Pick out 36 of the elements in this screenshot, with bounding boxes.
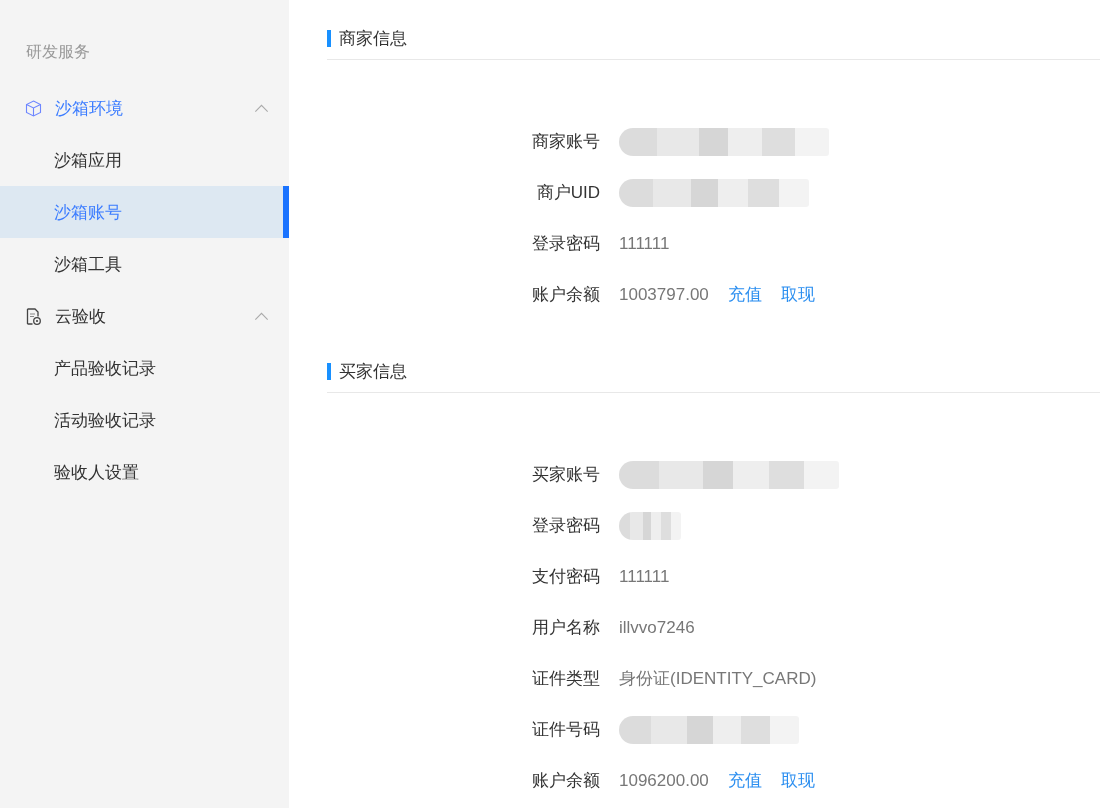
field-label: 证件号码 xyxy=(532,719,600,741)
field-label: 账户余额 xyxy=(532,770,600,792)
balance-value: 1096200.00 xyxy=(619,770,709,791)
section-title: 商家信息 xyxy=(327,29,407,47)
field-label: 支付密码 xyxy=(532,566,600,588)
cube-icon xyxy=(25,99,42,117)
field-label: 账户余额 xyxy=(532,284,600,306)
redacted-block xyxy=(619,511,681,540)
action-link[interactable]: 充值 xyxy=(727,769,762,792)
section-title: 买家信息 xyxy=(327,362,407,380)
field-label: 登录密码 xyxy=(532,233,600,255)
field-label: 商家账号 xyxy=(532,131,600,153)
sidebar-heading: 研发服务 xyxy=(26,42,90,62)
field-label: 买家账号 xyxy=(532,464,600,486)
chevron-up-icon[interactable] xyxy=(254,311,269,321)
sidebar-item[interactable]: 产品验收记录 xyxy=(0,342,289,394)
sidebar-item[interactable]: 沙箱应用 xyxy=(0,134,289,186)
sidebar-group[interactable]: 沙箱环境 xyxy=(0,82,289,134)
sidebar-item[interactable]: 验收人设置 xyxy=(0,446,289,498)
document-eye-icon xyxy=(25,307,42,325)
balance-value: 1003797.00 xyxy=(619,284,709,305)
action-link[interactable]: 充值 xyxy=(727,283,762,306)
action-link[interactable]: 取现 xyxy=(780,769,815,792)
field-value: 111111 xyxy=(619,566,670,587)
sidebar-group[interactable]: 云验收 xyxy=(0,290,289,342)
field-value: illvvo7246 xyxy=(619,617,695,638)
field-label: 商户UID xyxy=(536,182,600,204)
field-label: 证件类型 xyxy=(532,668,600,690)
action-link[interactable]: 取现 xyxy=(780,283,815,306)
sidebar-item[interactable]: 活动验收记录 xyxy=(0,394,289,446)
sidebar-item[interactable]: 沙箱工具 xyxy=(0,238,289,290)
chevron-up-icon[interactable] xyxy=(254,103,269,113)
field-value: 身份证(IDENTITY_CARD) xyxy=(619,668,817,690)
field-label: 用户名称 xyxy=(532,617,600,639)
field-value: 111111 xyxy=(619,233,670,254)
field-label: 登录密码 xyxy=(532,515,600,537)
